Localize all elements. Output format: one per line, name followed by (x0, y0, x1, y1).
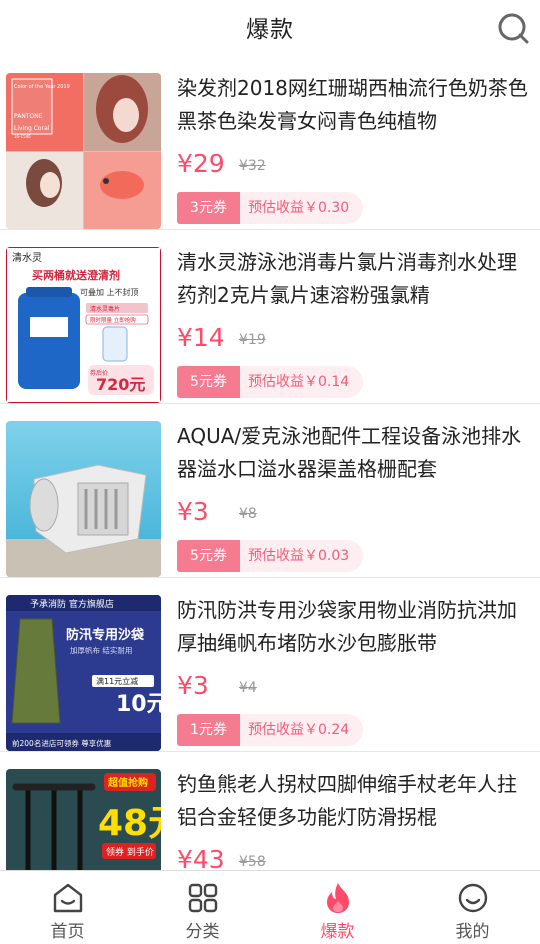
svg-text:48元: 48元 (98, 803, 161, 844)
product-image-pool-chlorine: 清水灵 买两桶就送澄清剂 可叠加 上不封顶 清水灵毒片 限时限量 立即抢购 券后… (6, 247, 161, 403)
profile-icon (458, 883, 487, 913)
svg-text:防汛专用沙袋: 防汛专用沙袋 (66, 627, 145, 643)
tab-label: 首页 (50, 922, 85, 942)
promo-tags: 5元券 预估收益￥0.14 (177, 366, 364, 398)
tab-home[interactable]: 首页 (0, 871, 135, 944)
svg-text:买两桶就送澄清剂: 买两桶就送澄清剂 (32, 268, 120, 282)
svg-text:限时限量 立即抢购: 限时限量 立即抢购 (90, 316, 136, 324)
svg-text:清水灵: 清水灵 (12, 251, 42, 264)
product-card[interactable]: 超值抢购 48元 领券 到手价 钓鱼熊老人拐杖四脚伸缩手杖老年人拄铝合金轻便多功… (0, 752, 540, 870)
coupon-badge[interactable]: 3元券 (177, 192, 240, 224)
search-icon[interactable] (496, 10, 532, 46)
product-title[interactable]: 染发剂2018网红珊瑚西柚流行色奶茶色黑茶色染发膏女闷青色纯植物 (177, 72, 532, 138)
svg-text:PANTONE: PANTONE (14, 113, 43, 120)
original-price: ¥4 (239, 680, 257, 696)
product-image-sandbag: 予承消防 官方旗舰店 防汛专用沙袋 加厚帆布 结实耐用 满11元立减 10元 前… (6, 595, 161, 751)
product-card[interactable]: AQUA/爱克泳池配件工程设备泳池排水器溢水口溢水器渠盖格栅配套 ¥3 ¥8 5… (0, 404, 540, 578)
product-image-hair-dye: Color of the Year 2019 PANTONE Living Co… (6, 73, 161, 229)
svg-text:予承消防 官方旗舰店: 予承消防 官方旗舰店 (30, 598, 114, 610)
promo-tags: 1元券 预估收益￥0.24 (177, 714, 364, 746)
page-title: 爆款 (246, 17, 294, 43)
product-price: ¥14 (177, 323, 225, 352)
original-price: ¥8 (239, 506, 257, 522)
svg-text:领券 到手价: 领券 到手价 (106, 846, 154, 858)
product-card[interactable]: 清水灵 买两桶就送澄清剂 可叠加 上不封顶 清水灵毒片 限时限量 立即抢购 券后… (0, 230, 540, 404)
coupon-badge[interactable]: 5元券 (177, 540, 240, 572)
tab-label: 爆款 (320, 922, 355, 942)
svg-text:前200名进店可领券 尊享优惠: 前200名进店可领券 尊享优惠 (12, 738, 112, 748)
product-card[interactable]: Color of the Year 2019 PANTONE Living Co… (0, 56, 540, 230)
category-icon (188, 883, 217, 913)
top-bar: 爆款 (0, 0, 540, 56)
earnings-badge: 预估收益￥0.30 (240, 192, 364, 224)
tab-category[interactable]: 分类 (135, 871, 270, 944)
product-image-pool-drain (6, 421, 161, 577)
svg-text:可叠加 上不封顶: 可叠加 上不封顶 (80, 287, 139, 297)
tab-profile[interactable]: 我的 (405, 871, 540, 944)
coupon-badge[interactable]: 5元券 (177, 366, 240, 398)
image-caption: Color of the Year 2019 (14, 84, 70, 90)
svg-text:720元: 720元 (96, 375, 145, 394)
coupon-badge[interactable]: 1元券 (177, 714, 240, 746)
product-title[interactable]: 钓鱼熊老人拐杖四脚伸缩手杖老年人拄铝合金轻便多功能灯防滑拐棍 (177, 768, 532, 834)
svg-text:16-1546: 16-1546 (14, 134, 31, 139)
earnings-badge: 预估收益￥0.24 (240, 714, 364, 746)
product-price: ¥29 (177, 149, 225, 178)
original-price: ¥19 (239, 332, 266, 348)
svg-text:超值抢购: 超值抢购 (107, 776, 148, 789)
promo-tags: 3元券 预估收益￥0.30 (177, 192, 364, 224)
product-price: ¥3 (177, 671, 209, 700)
bottom-tab-bar: 首页 分类 爆款 我的 (0, 870, 540, 944)
product-price: ¥43 (177, 845, 225, 870)
product-list: Color of the Year 2019 PANTONE Living Co… (0, 56, 540, 870)
svg-text:满11元立减: 满11元立减 (96, 676, 138, 686)
original-price: ¥58 (239, 854, 266, 870)
flame-icon (326, 883, 349, 913)
product-title[interactable]: AQUA/爱克泳池配件工程设备泳池排水器溢水口溢水器渠盖格栅配套 (177, 420, 532, 486)
svg-text:清水灵毒片: 清水灵毒片 (90, 305, 120, 313)
svg-text:Living Coral: Living Coral (14, 125, 50, 132)
earnings-badge: 预估收益￥0.03 (240, 540, 364, 572)
product-image-walking-cane: 超值抢购 48元 领券 到手价 (6, 769, 161, 870)
tab-label: 分类 (185, 922, 220, 942)
home-icon (53, 883, 82, 913)
earnings-badge: 预估收益￥0.14 (240, 366, 364, 398)
product-title[interactable]: 清水灵游泳池消毒片氯片消毒剂水处理药剂2克片氯片速溶粉强氯精 (177, 246, 532, 312)
promo-tags: 5元券 预估收益￥0.03 (177, 540, 364, 572)
product-title[interactable]: 防汛防洪专用沙袋家用物业消防抗洪加厚抽绳帆布堵防水沙包膨胀带 (177, 594, 532, 660)
product-price: ¥3 (177, 497, 209, 526)
tab-hot[interactable]: 爆款 (270, 871, 405, 944)
svg-text:加厚帆布 结实耐用: 加厚帆布 结实耐用 (70, 645, 132, 655)
tab-label: 我的 (455, 922, 490, 942)
original-price: ¥32 (239, 158, 266, 174)
product-card[interactable]: 予承消防 官方旗舰店 防汛专用沙袋 加厚帆布 结实耐用 满11元立减 10元 前… (0, 578, 540, 752)
svg-text:10元: 10元 (116, 692, 161, 717)
